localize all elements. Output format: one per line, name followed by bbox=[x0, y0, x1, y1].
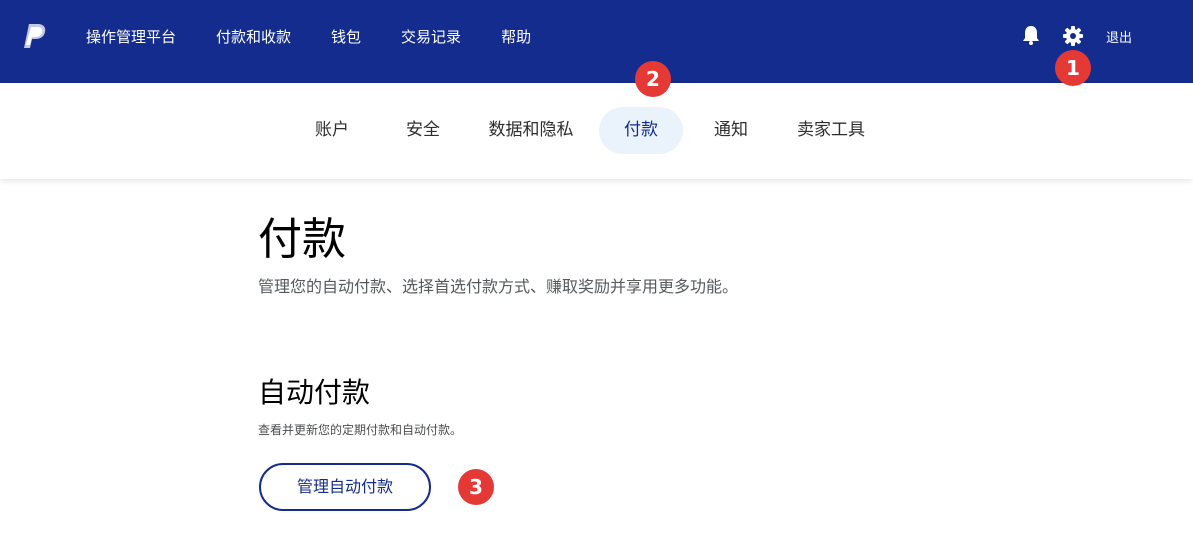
paypal-logo-icon[interactable] bbox=[20, 22, 48, 50]
page-subtitle: 管理您的自动付款、选择首选付款方式、赚取奖励并享用更多功能。 bbox=[258, 277, 739, 296]
step-badge-3: 3 bbox=[458, 469, 494, 505]
tab-payments[interactable]: 付款 bbox=[599, 107, 683, 154]
nav-wallet[interactable]: 钱包 bbox=[331, 26, 361, 47]
section-title-auto-payments: 自动付款 bbox=[258, 376, 371, 409]
step-badge-2: 2 bbox=[635, 61, 671, 97]
page-title: 付款 bbox=[258, 214, 346, 265]
nav-dashboard[interactable]: 操作管理平台 bbox=[86, 26, 176, 47]
tab-data-privacy[interactable]: 数据和隐私 bbox=[480, 107, 582, 154]
manage-auto-payments-button[interactable]: 管理自动付款 bbox=[259, 463, 431, 511]
bell-icon[interactable] bbox=[1020, 24, 1042, 46]
main-nav: 操作管理平台 付款和收款 钱包 交易记录 帮助 bbox=[86, 0, 571, 72]
top-nav-bar: 操作管理平台 付款和收款 钱包 交易记录 帮助 退出 bbox=[0, 0, 1193, 83]
nav-help[interactable]: 帮助 bbox=[501, 26, 531, 47]
tab-account[interactable]: 账户 bbox=[298, 107, 366, 154]
section-description: 查看并更新您的定期付款和自动付款。 bbox=[258, 423, 463, 437]
nav-activity[interactable]: 交易记录 bbox=[401, 26, 461, 47]
tab-security[interactable]: 安全 bbox=[390, 107, 456, 154]
tab-seller-tools[interactable]: 卖家工具 bbox=[786, 107, 876, 154]
nav-send-receive[interactable]: 付款和收款 bbox=[216, 26, 291, 47]
logout-link[interactable]: 退出 bbox=[1106, 27, 1132, 46]
settings-subnav: 账户 安全 数据和隐私 付款 通知 卖家工具 bbox=[0, 83, 1193, 179]
gear-icon[interactable] bbox=[1062, 25, 1084, 47]
step-badge-1: 1 bbox=[1055, 50, 1091, 86]
tab-notifications[interactable]: 通知 bbox=[698, 107, 764, 154]
